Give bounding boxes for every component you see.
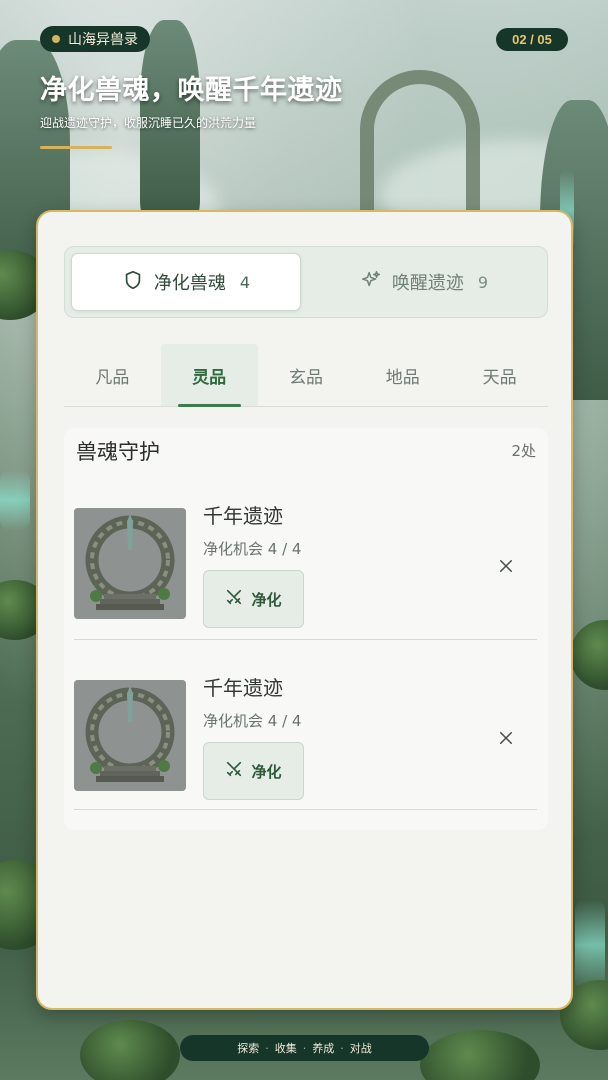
close-icon[interactable] <box>494 554 518 578</box>
tier-tab-spirit[interactable]: 灵品 <box>160 344 258 407</box>
app-badge: 山海异兽录 <box>40 26 150 52</box>
purify-button[interactable]: 净化 <box>203 742 304 800</box>
nav-separator: · <box>302 1041 307 1055</box>
tab-awaken-relic[interactable]: 唤醒遗迹 9 <box>309 253 539 311</box>
list-item: 千年遗迹 净化机会 4 / 4 净化 <box>74 470 537 640</box>
tab-label: 唤醒遗迹 <box>391 273 464 294</box>
title-underline <box>40 146 112 149</box>
item-chance: 净化机会 4 / 4 <box>203 712 302 730</box>
tab-label: 净化兽魂 <box>153 273 226 294</box>
nav-item-explore[interactable]: 探索 <box>237 1040 259 1056</box>
sparkle-icon <box>360 269 382 296</box>
tier-tabs: 凡品 灵品 玄品 地品 天品 <box>64 344 548 407</box>
close-icon[interactable] <box>494 726 518 750</box>
list-item: 千年遗迹 净化机会 4 / 4 净化 <box>74 640 537 810</box>
nav-item-battle[interactable]: 对战 <box>350 1040 372 1056</box>
tier-tab-heaven[interactable]: 天品 <box>451 344 548 406</box>
page-title: 净化兽魂，唤醒千年遗迹 <box>40 75 343 106</box>
item-name: 千年遗迹 <box>203 676 283 700</box>
nav-separator: · <box>340 1041 344 1055</box>
page-indicator: 02 / 05 <box>496 28 568 51</box>
purify-button[interactable]: 净化 <box>203 570 304 628</box>
shield-icon <box>122 269 144 296</box>
mode-switch: 净化兽魂 4 唤醒遗迹 9 <box>64 246 548 318</box>
section-title: 兽魂守护 <box>76 440 160 464</box>
bottom-nav: 探索 · 收集 · 养成 · 对战 <box>180 1035 429 1061</box>
badge-label: 山海异兽录 <box>68 32 138 48</box>
item-chance: 净化机会 4 / 4 <box>203 540 302 558</box>
nav-separator: · <box>265 1041 269 1055</box>
tier-tab-common[interactable]: 凡品 <box>64 344 161 406</box>
tier-tab-mystic[interactable]: 玄品 <box>258 344 355 406</box>
tab-count: 9 <box>477 272 489 292</box>
item-name: 千年遗迹 <box>203 504 283 528</box>
purify-label: 净化 <box>251 762 282 781</box>
crossed-swords-icon <box>225 760 243 782</box>
main-panel: 净化兽魂 4 唤醒遗迹 9 凡品 灵品 玄品 地品 天品 兽魂守护 2处 千年遗… <box>36 210 573 1010</box>
nav-item-cultivate[interactable]: 养成 <box>312 1040 334 1056</box>
relic-portal-image <box>74 508 186 619</box>
page-subtitle: 迎战遗迹守护，收服沉睡已久的洪荒力量 <box>40 116 257 130</box>
badge-dot-icon <box>52 35 60 43</box>
guardian-section: 兽魂守护 2处 千年遗迹 净化机会 4 / 4 净化 千年遗迹 净化机会 4 /… <box>64 428 548 830</box>
section-count: 2处 <box>511 442 536 460</box>
relic-portal-image <box>74 680 186 791</box>
tab-count: 4 <box>239 272 251 292</box>
purify-label: 净化 <box>251 590 282 609</box>
tier-tab-earth[interactable]: 地品 <box>354 344 451 406</box>
tab-purify-soul[interactable]: 净化兽魂 4 <box>71 253 301 311</box>
crossed-swords-icon <box>225 588 243 610</box>
nav-item-collect[interactable]: 收集 <box>275 1040 297 1056</box>
